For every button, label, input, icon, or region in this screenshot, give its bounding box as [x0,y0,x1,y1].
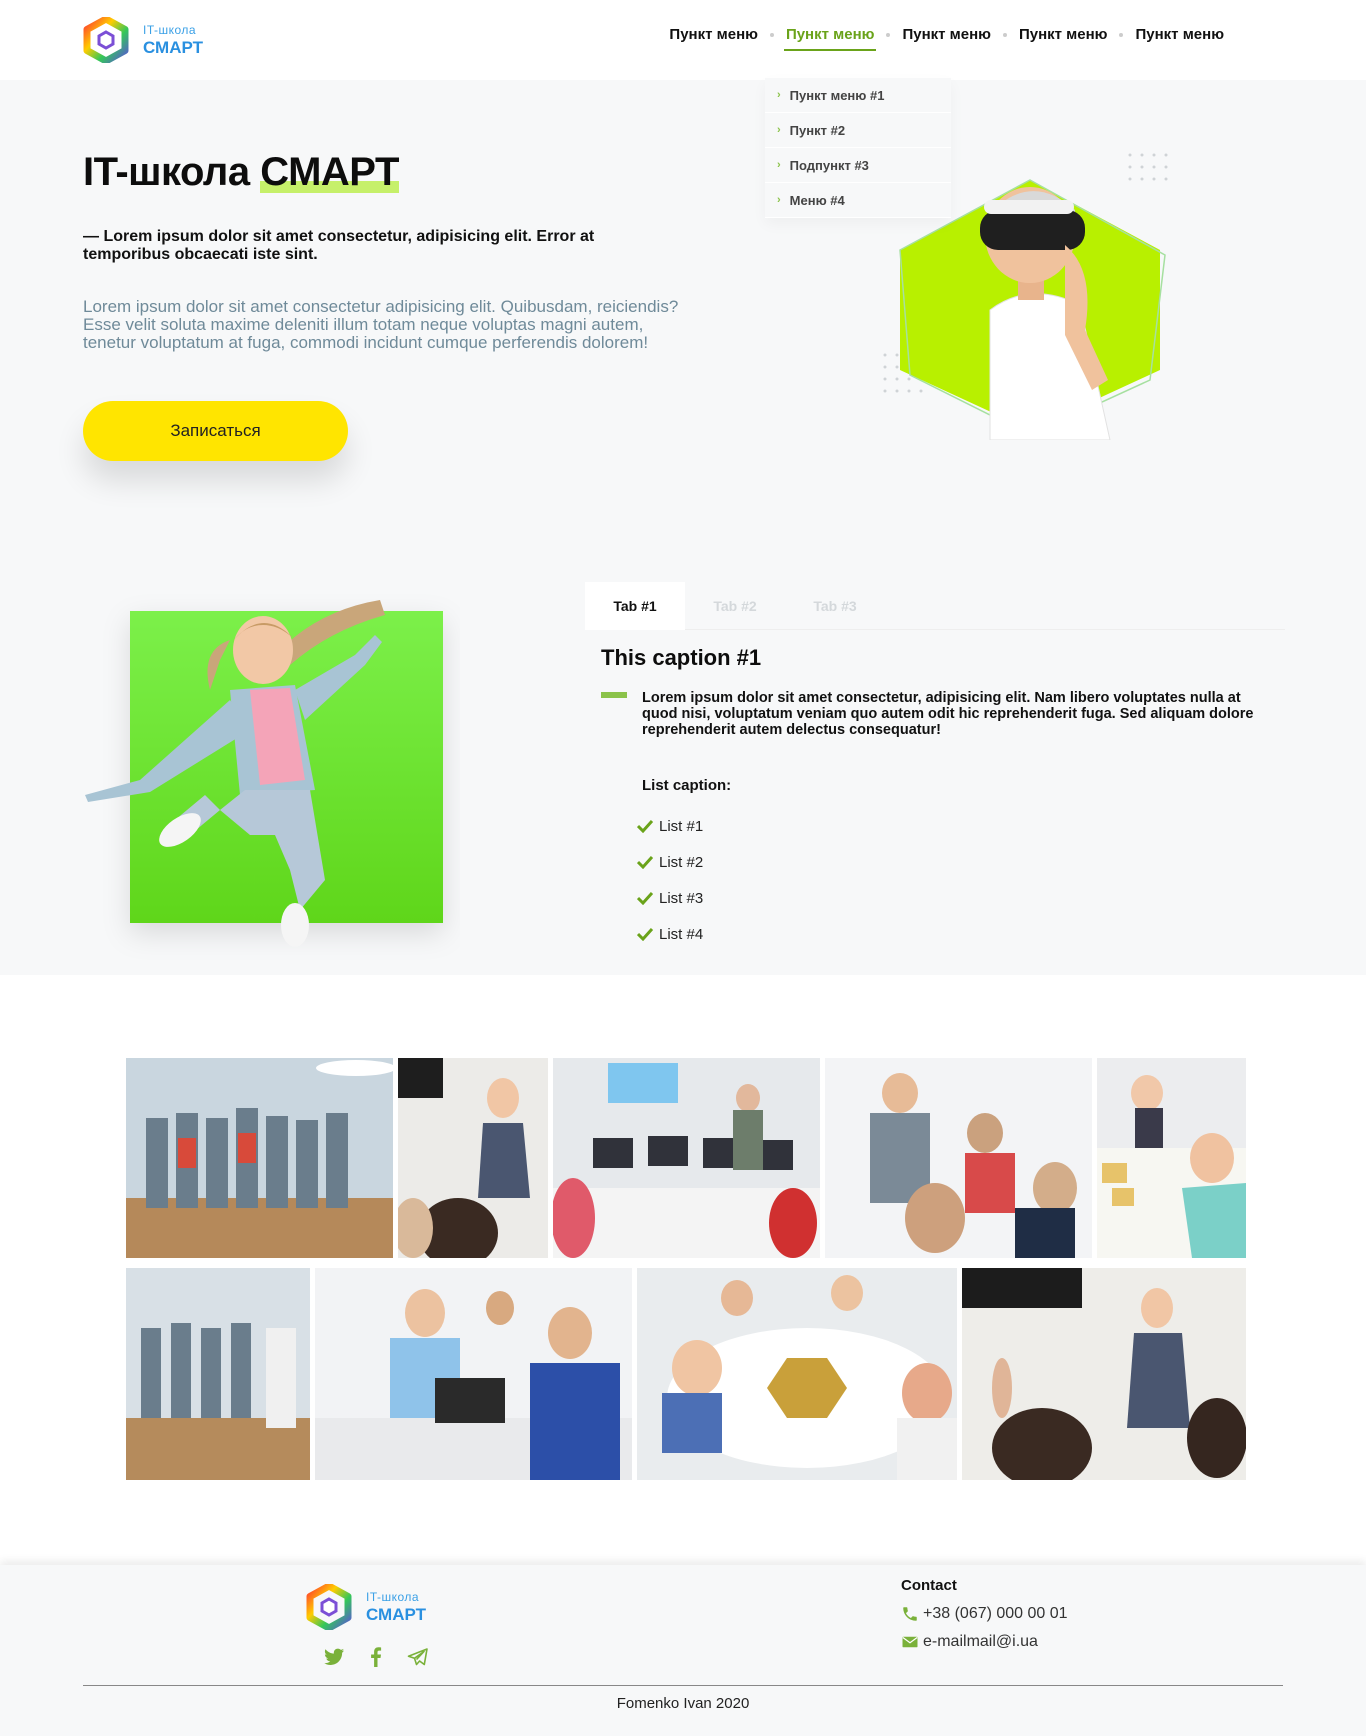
footer-logo-small: IT-школа [366,1590,420,1604]
twitter-icon[interactable] [322,1645,346,1669]
mail-icon [902,1636,918,1648]
check-icon [637,819,653,833]
logo-hex-icon [306,1584,352,1630]
gallery-photo[interactable] [315,1268,632,1480]
copyright-text: Fomenko Ivan 2020 [616,1695,750,1712]
tab-text: Lorem ipsum dolor sit amet consectetur, … [642,690,1254,738]
hero-title: IT-школа СМАРТ [83,150,399,195]
facebook-icon[interactable] [364,1645,388,1669]
footer-logo-big: СМАРТ [366,1605,426,1624]
tab-1[interactable]: Tab #1 [585,582,685,630]
list-item: List #3 [637,880,703,916]
tab-2[interactable]: Tab #2 [685,582,785,630]
site-logo[interactable]: IT-школа СМАРТ [83,17,203,63]
nav-separator [1119,32,1124,37]
chevron-right-icon: › [777,159,781,171]
check-icon [637,927,653,941]
tab-3[interactable]: Tab #3 [785,582,885,630]
gallery-photo[interactable] [398,1058,548,1258]
caption-accent-bar [601,692,627,698]
check-icon [637,855,653,869]
main-nav: Пункт меню Пункт меню Пункт меню Пункт м… [667,26,1226,51]
telegram-icon[interactable] [406,1645,430,1669]
list-item: List #4 [637,916,703,952]
social-links [322,1645,430,1669]
hero-title-plain: IT-школа [83,150,250,194]
phone-icon [903,1607,917,1621]
contact-phone[interactable]: +38 (067) 000 00 01 [901,1605,1068,1623]
logo-hex-icon [83,17,129,63]
hero-title-highlight: СМАРТ [260,150,399,194]
logo-small-text: IT-школа [143,23,197,37]
hero-subtitle: — Lorem ipsum dolor sit amet consectetur… [83,228,595,263]
hero-text: Lorem ipsum dolor sit amet consectetur a… [83,297,679,352]
jumping-girl-image [85,600,443,947]
logo-big-text: СМАРТ [143,38,203,57]
chevron-right-icon: › [777,194,781,206]
gallery-row [126,1268,1246,1480]
chevron-right-icon: › [777,89,781,101]
gallery-photo[interactable] [1097,1058,1246,1258]
feature-list: List #1 List #2 List #3 List #4 [637,808,703,952]
gallery-photo[interactable] [637,1268,957,1480]
nav-dropdown: › Пункт меню #1 › Пункт #2 › Подпункт #3 › М… [765,78,951,218]
list-caption: List caption: [642,777,732,794]
gallery-photo[interactable] [126,1058,393,1258]
list-item: List #2 [637,844,703,880]
dropdown-item-2[interactable]: › Пункт #2 [765,113,951,148]
nav-item-4[interactable]: Пункт меню [1017,26,1110,43]
contact-email[interactable]: e-mailmail@i.ua [901,1633,1038,1651]
nav-item-2[interactable]: Пункт меню [783,26,877,51]
footer-logo[interactable]: IT-школа СМАРТ [306,1584,426,1630]
gallery-photo[interactable] [553,1058,820,1258]
gallery-photo[interactable] [825,1058,1092,1258]
dropdown-item-1[interactable]: › Пункт меню #1 [765,78,951,113]
gallery-row [126,1058,1246,1258]
nav-item-1[interactable]: Пункт меню [667,26,760,43]
nav-separator [769,32,774,37]
gallery-photo[interactable] [962,1268,1246,1480]
contact-title: Contact [901,1577,957,1594]
dropdown-item-3[interactable]: › Подпункт #3 [765,148,951,183]
nav-item-3[interactable]: Пункт меню [900,26,993,43]
nav-item-5[interactable]: Пункт меню [1133,26,1226,43]
tab-bar: Tab #1 Tab #2 Tab #3 [585,582,1285,630]
tab-caption: This caption #1 [601,645,762,670]
chevron-right-icon: › [777,124,781,136]
photo-gallery [126,1058,1246,1490]
check-icon [637,891,653,905]
gallery-photo[interactable] [126,1268,310,1480]
nav-separator [1002,32,1007,37]
signup-button[interactable]: Записаться [83,401,348,461]
dropdown-item-4[interactable]: › Меню #4 [765,183,951,218]
site-header: IT-школа СМАРТ Пункт меню Пункт меню Пун… [0,0,1366,80]
nav-separator [886,32,891,37]
list-item: List #1 [637,808,703,844]
footer-divider [83,1685,1283,1686]
